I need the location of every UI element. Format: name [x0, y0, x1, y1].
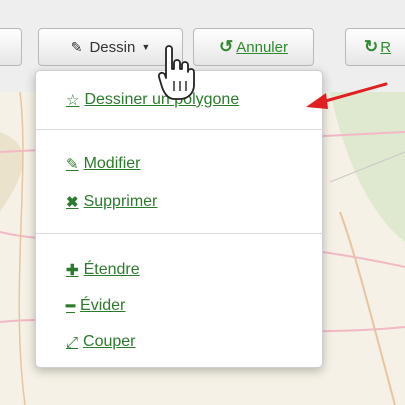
menu-item-label: Étendre: [83, 261, 140, 278]
menu-item-supprimer[interactable]: ✖ Supprimer: [66, 191, 157, 213]
minus-icon: ━: [66, 298, 76, 315]
annuler-button[interactable]: ↺ Annuler: [193, 28, 314, 66]
annuler-label: Annuler: [236, 38, 288, 56]
menu-item-label: Couper: [83, 333, 136, 350]
close-icon: ✖: [66, 194, 79, 211]
toolbar-left-button[interactable]: [0, 28, 22, 66]
menu-item-label: Évider: [80, 297, 126, 314]
menu-item-evider[interactable]: ━ Évider: [66, 295, 125, 317]
redo-label: R: [380, 38, 392, 56]
dessin-dropdown-menu: ☆ Dessiner un polygone ✎ Modifier ✖ Supp…: [35, 70, 324, 368]
annotation-arrow-icon: [306, 82, 388, 109]
menu-divider: [36, 129, 324, 130]
dessin-label: Dessin: [89, 38, 136, 56]
menu-item-modifier[interactable]: ✎ Modifier: [66, 153, 140, 175]
redo-button[interactable]: ↻ R: [345, 28, 405, 66]
menu-item-couper[interactable]: ⤢ Couper: [66, 331, 136, 353]
edit-icon: ✎: [66, 156, 79, 173]
menu-item-etendre[interactable]: ✚ Étendre: [66, 259, 140, 281]
redo-icon: ↻: [364, 37, 379, 56]
menu-item-label: Supprimer: [83, 193, 158, 210]
plus-icon: ✚: [66, 262, 79, 279]
star-icon: ☆: [66, 92, 80, 109]
menu-divider: [36, 233, 324, 234]
menu-item-label: Modifier: [83, 155, 141, 172]
caret-down-icon: ▼: [141, 42, 151, 52]
cut-icon: ⤢: [66, 333, 79, 351]
undo-icon: ↺: [219, 37, 234, 56]
menu-item-dessiner-polygone[interactable]: ☆ Dessiner un polygone: [66, 89, 239, 111]
hand-pointer-icon: [158, 45, 195, 100]
pencil-icon: ✎: [70, 38, 83, 55]
